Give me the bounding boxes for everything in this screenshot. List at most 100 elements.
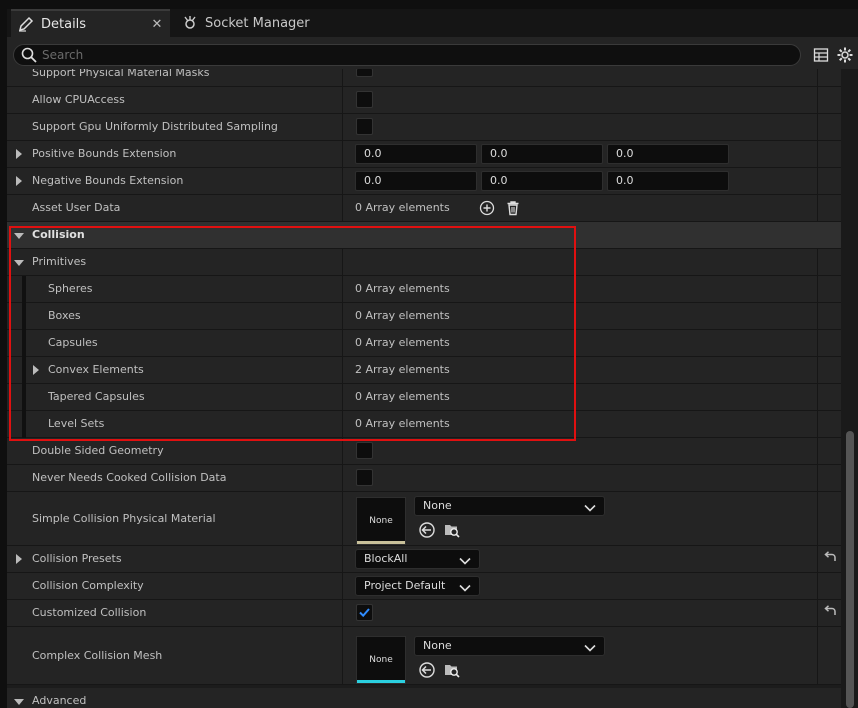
property-label: Simple Collision Physical Material (32, 512, 216, 525)
property-row-asset-user-data: Asset User Data 0 Array elements (7, 195, 841, 222)
property-row-tapered-capsules: Tapered Capsules 0 Array elements (7, 384, 841, 411)
window-top-strip (0, 0, 858, 9)
property-row-never-needs-cooked: Never Needs Cooked Collision Data (7, 465, 841, 492)
use-selected-arrow-icon[interactable] (418, 661, 436, 679)
property-row-allow-cpu-access: Allow CPUAccess (7, 87, 841, 114)
array-count: 2 Array elements (355, 363, 450, 376)
never-needs-cooked-checkbox[interactable] (356, 469, 373, 486)
thumbnail-label: None (369, 516, 393, 526)
property-row-support-physical-material-masks: Support Physical Material Masks (7, 69, 841, 87)
property-label: Spheres (48, 282, 93, 295)
property-label: Collision Presets (32, 552, 122, 565)
browse-folder-icon[interactable] (443, 661, 461, 679)
property-label: Level Sets (48, 417, 105, 430)
property-label: Advanced (32, 694, 87, 707)
array-count: 0 Array elements (355, 309, 450, 322)
property-label: Asset User Data (32, 201, 121, 214)
expand-arrow-icon[interactable] (31, 365, 41, 375)
vertical-scrollbar[interactable] (841, 69, 858, 708)
pencil-icon (17, 15, 35, 33)
array-count: 0 Array elements (355, 417, 450, 430)
delete-trash-icon[interactable] (505, 200, 521, 216)
left-gutter (0, 9, 7, 708)
property-label: Collision Complexity (32, 579, 144, 592)
property-label: Complex Collision Mesh (32, 649, 163, 662)
checkbox[interactable] (356, 69, 373, 77)
positive-bounds-z-field[interactable]: 0.0 (607, 144, 729, 164)
property-row-simple-collision-physical-material: Simple Collision Physical Material None … (7, 492, 841, 546)
expand-arrow-icon[interactable] (14, 554, 24, 564)
property-label: Convex Elements (48, 363, 144, 376)
mesh-thumbnail[interactable]: None (356, 636, 406, 684)
array-count: 0 Array elements (355, 336, 450, 349)
property-label: Customized Collision (32, 606, 147, 619)
double-sided-checkbox[interactable] (356, 442, 373, 459)
mesh-color-bar (357, 680, 405, 683)
property-row-collision-complexity: Collision Complexity Project Default (7, 573, 841, 600)
physical-material-combo[interactable]: None (414, 496, 605, 516)
property-label: Positive Bounds Extension (32, 147, 177, 160)
table-view-icon[interactable] (811, 45, 831, 65)
property-label: Capsules (48, 336, 98, 349)
customized-collision-checkbox[interactable] (356, 604, 373, 621)
close-icon[interactable]: ✕ (150, 17, 164, 32)
property-label: Double Sided Geometry (32, 444, 164, 457)
material-thumbnail[interactable]: None (356, 497, 406, 545)
browse-folder-icon[interactable] (443, 521, 461, 539)
category-collision[interactable]: Collision (7, 222, 841, 249)
scrollbar-thumb[interactable] (846, 431, 854, 708)
use-selected-arrow-icon[interactable] (418, 521, 436, 539)
property-label: Never Needs Cooked Collision Data (32, 471, 227, 484)
negative-bounds-z-field[interactable]: 0.0 (607, 171, 729, 191)
tab-details-label: Details (41, 16, 87, 32)
tab-bar: Details ✕ Socket Manager (7, 9, 858, 37)
positive-bounds-y-field[interactable]: 0.0 (481, 144, 603, 164)
property-row-level-sets: Level Sets 0 Array elements (7, 411, 841, 438)
combo-value: None (423, 499, 452, 512)
search-row (7, 37, 858, 69)
reset-to-default-icon[interactable] (823, 550, 837, 564)
collision-complexity-combo[interactable]: Project Default (355, 576, 480, 596)
search-icon (20, 46, 38, 64)
expand-arrow-icon[interactable] (14, 149, 24, 159)
negative-bounds-x-field[interactable]: 0.0 (355, 171, 477, 191)
details-panel: Support Physical Material Masks Allow CP… (7, 69, 841, 708)
settings-gear-icon[interactable] (835, 45, 855, 65)
tab-details[interactable]: Details ✕ (11, 9, 170, 37)
property-label: Support Gpu Uniformly Distributed Sampli… (32, 120, 278, 133)
collapse-arrow-icon[interactable] (14, 231, 24, 241)
property-label: Boxes (48, 309, 81, 322)
positive-bounds-x-field[interactable]: 0.0 (355, 144, 477, 164)
array-count: 0 Array elements (355, 282, 450, 295)
tab-socket-manager[interactable]: Socket Manager (175, 9, 325, 37)
chevron-down-icon (584, 641, 596, 652)
collapse-arrow-icon[interactable] (14, 697, 24, 707)
complex-mesh-combo[interactable]: None (414, 636, 605, 656)
property-row-boxes: Boxes 0 Array elements (7, 303, 841, 330)
combo-value: Project Default (364, 579, 446, 592)
checkmark-icon (359, 608, 370, 618)
chevron-down-icon (459, 554, 471, 565)
reset-to-default-icon[interactable] (823, 604, 837, 618)
category-label: Collision (32, 228, 85, 241)
tab-socket-manager-label: Socket Manager (205, 15, 310, 31)
search-input[interactable] (38, 45, 800, 65)
collision-presets-combo[interactable]: BlockAll (355, 549, 480, 569)
allow-cpu-access-checkbox[interactable] (356, 91, 373, 108)
material-color-bar (357, 541, 405, 544)
property-row-advanced[interactable]: Advanced (7, 688, 841, 708)
property-label: Primitives (32, 255, 87, 268)
property-row-negative-bounds: Negative Bounds Extension 0.0 0.0 0.0 (7, 168, 841, 195)
property-row-collision-presets: Collision Presets BlockAll (7, 546, 841, 573)
expand-arrow-icon[interactable] (14, 176, 24, 186)
add-element-icon[interactable] (479, 200, 495, 216)
socket-icon (181, 14, 199, 32)
chevron-down-icon (459, 581, 471, 592)
collapse-arrow-icon[interactable] (14, 258, 24, 268)
property-row-positive-bounds: Positive Bounds Extension 0.0 0.0 0.0 (7, 141, 841, 168)
search-box (13, 44, 801, 66)
support-gpu-sampling-checkbox[interactable] (356, 118, 373, 135)
property-row-convex-elements: Convex Elements 2 Array elements (7, 357, 841, 384)
negative-bounds-y-field[interactable]: 0.0 (481, 171, 603, 191)
combo-value: None (423, 639, 452, 652)
